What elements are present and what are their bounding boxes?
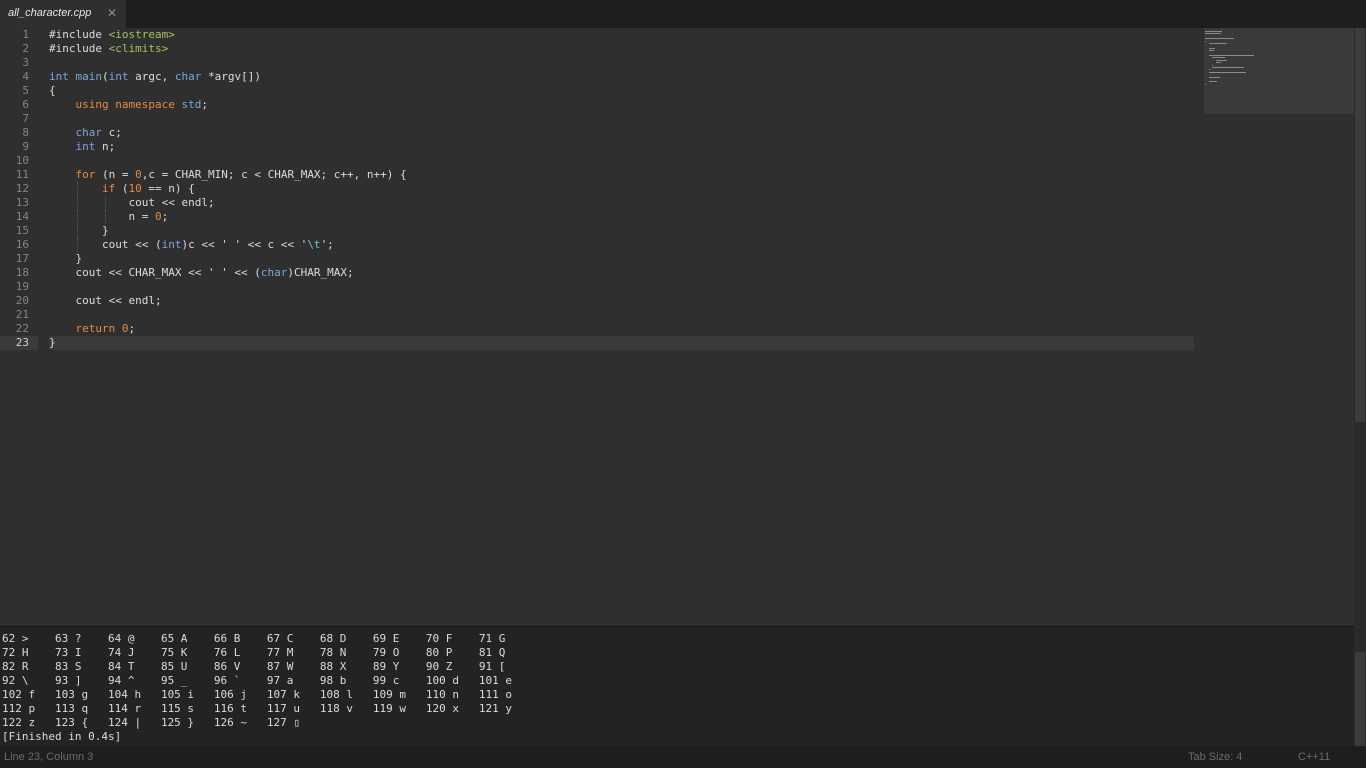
- syntax-selector[interactable]: C++11: [1298, 751, 1330, 763]
- line-number: 1: [22, 28, 29, 41]
- line-number: 15: [15, 224, 29, 237]
- code-line[interactable]: cout << (int)c << ' ' << c << '\t';: [49, 238, 1194, 252]
- minimap-line: [1208, 50, 1214, 52]
- minimap-line: [1212, 67, 1244, 68]
- output-line: 122 z 123 { 124 | 125 } 126 ~ 127 ▯: [2, 716, 301, 729]
- minimap[interactable]: [1204, 28, 1354, 114]
- tab-size-selector[interactable]: Tab Size: 4: [1188, 751, 1242, 763]
- line-number: 9: [22, 140, 29, 153]
- code-line[interactable]: cout << endl;: [49, 294, 1194, 308]
- line-number: 12: [15, 182, 29, 195]
- code-line[interactable]: #include <iostream>: [49, 28, 1194, 42]
- cursor-position: Line 23, Column 3: [4, 751, 94, 763]
- minimap-line: [1208, 55, 1254, 56]
- code-line[interactable]: int main(int argc, char *argv[]): [49, 70, 1194, 84]
- minimap-line: [1212, 64, 1214, 66]
- minimap-line: [1208, 43, 1227, 44]
- indent-guide: [77, 182, 78, 196]
- line-number: 8: [22, 126, 29, 139]
- line-number: 19: [15, 280, 29, 293]
- line-number: 5: [22, 84, 29, 97]
- minimap-line: [1208, 76, 1221, 78]
- minimap-line: [1212, 57, 1225, 59]
- line-number: 11: [15, 168, 29, 181]
- line-number-gutter: 1 2 3 4 5 6 7 8 9 10 11 12 13 14 15 16 17 18 19 20 21 22 23: [0, 28, 38, 350]
- line-number: 21: [15, 308, 29, 321]
- minimap-line: [1205, 33, 1222, 35]
- code-line[interactable]: for (n = 0,c = CHAR_MIN; c < CHAR_MAX; c…: [49, 168, 1194, 182]
- output-line: 92 \ 93 ] 94 ^ 95 _ 96 ` 97 a 98 b 99 c …: [2, 674, 512, 687]
- line-number: 3: [22, 56, 29, 69]
- indent-guide: [105, 210, 106, 224]
- minimap-line: [1215, 59, 1228, 61]
- line-number: 20: [15, 294, 29, 307]
- output-line: 82 R 83 S 84 T 85 U 86 V 87 W 88 X 89 Y …: [2, 660, 506, 673]
- indent-guide: [105, 196, 106, 210]
- build-output-text: 62 > 63 ? 64 @ 65 A 66 B 67 C 68 D 69 E …: [2, 632, 512, 744]
- output-line: 72 H 73 I 74 J 75 K 76 L 77 M 78 N 79 O …: [2, 646, 506, 659]
- code-editor[interactable]: 1 2 3 4 5 6 7 8 9 10 11 12 13 14 15 16 17 18 19 20 21 22 23 #i…: [0, 28, 1354, 626]
- line-number: 13: [15, 196, 29, 209]
- indent-guide: [77, 224, 78, 238]
- code-line[interactable]: return 0;: [49, 322, 1194, 336]
- code-line[interactable]: #include <climits>: [49, 42, 1194, 56]
- line-number: 23: [0, 336, 38, 350]
- minimap-line: [1208, 69, 1210, 71]
- output-line: [Finished in 0.4s]: [2, 730, 122, 743]
- line-number: 7: [22, 112, 29, 125]
- minimap-line: [1205, 40, 1206, 42]
- code-line[interactable]: cout << endl;: [49, 196, 1194, 210]
- code-line[interactable]: n = 0;: [49, 210, 1194, 224]
- code-line[interactable]: }: [49, 336, 1194, 350]
- line-number: 16: [15, 238, 29, 251]
- tab-bar: all_character.cpp ✕: [0, 0, 1366, 28]
- line-number: 6: [22, 98, 29, 111]
- code-line[interactable]: cout << CHAR_MAX << ' ' << (char)CHAR_MA…: [49, 266, 1194, 280]
- line-number: 10: [15, 154, 29, 167]
- minimap-line: [1208, 81, 1217, 83]
- status-bar: Line 23, Column 3 Tab Size: 4 C++11: [0, 746, 1366, 768]
- line-number: 17: [15, 252, 29, 265]
- code-line[interactable]: [49, 308, 1194, 322]
- build-output-panel: 62 > 63 ? 64 @ 65 A 66 B 67 C 68 D 69 E …: [0, 626, 1354, 747]
- code-area[interactable]: #include <iostream> #include <climits> int…: [49, 28, 1194, 350]
- code-line[interactable]: using namespace std;: [49, 98, 1194, 112]
- close-icon[interactable]: ✕: [106, 6, 118, 20]
- indent-guide: [77, 238, 78, 252]
- code-line[interactable]: }: [49, 252, 1194, 266]
- minimap-line: [1205, 83, 1206, 85]
- code-line[interactable]: if (10 == n) {: [49, 182, 1194, 196]
- code-line[interactable]: [49, 56, 1194, 70]
- line-number: 18: [15, 266, 29, 279]
- indent-guide: [77, 210, 78, 224]
- indent-guide: [77, 196, 78, 210]
- code-line[interactable]: {: [49, 84, 1194, 98]
- line-number: 22: [15, 322, 29, 335]
- code-line[interactable]: [49, 154, 1194, 168]
- editor-scrollbar-thumb[interactable]: [1355, 28, 1365, 422]
- code-line[interactable]: [49, 280, 1194, 294]
- minimap-line: [1205, 38, 1234, 40]
- output-line: 62 > 63 ? 64 @ 65 A 66 B 67 C 68 D 69 E …: [2, 632, 506, 645]
- tab-all-character[interactable]: all_character.cpp ✕: [0, 0, 126, 28]
- line-number: 14: [15, 210, 29, 223]
- output-line: 112 p 113 q 114 r 115 s 116 t 117 u 118 …: [2, 702, 512, 715]
- code-line[interactable]: int n;: [49, 140, 1194, 154]
- output-line: 102 f 103 g 104 h 105 i 106 j 107 k 108 …: [2, 688, 512, 701]
- minimap-line: [1215, 62, 1222, 64]
- tab-title: all_character.cpp: [8, 7, 92, 19]
- output-scrollbar-thumb[interactable]: [1355, 652, 1365, 746]
- line-number: 2: [22, 42, 29, 55]
- code-line[interactable]: char c;: [49, 126, 1194, 140]
- minimap-line: [1208, 71, 1247, 73]
- line-number: 4: [22, 70, 29, 83]
- code-line[interactable]: }: [49, 224, 1194, 238]
- minimap-line: [1205, 31, 1223, 32]
- minimap-line: [1208, 47, 1215, 49]
- code-line[interactable]: [49, 112, 1194, 126]
